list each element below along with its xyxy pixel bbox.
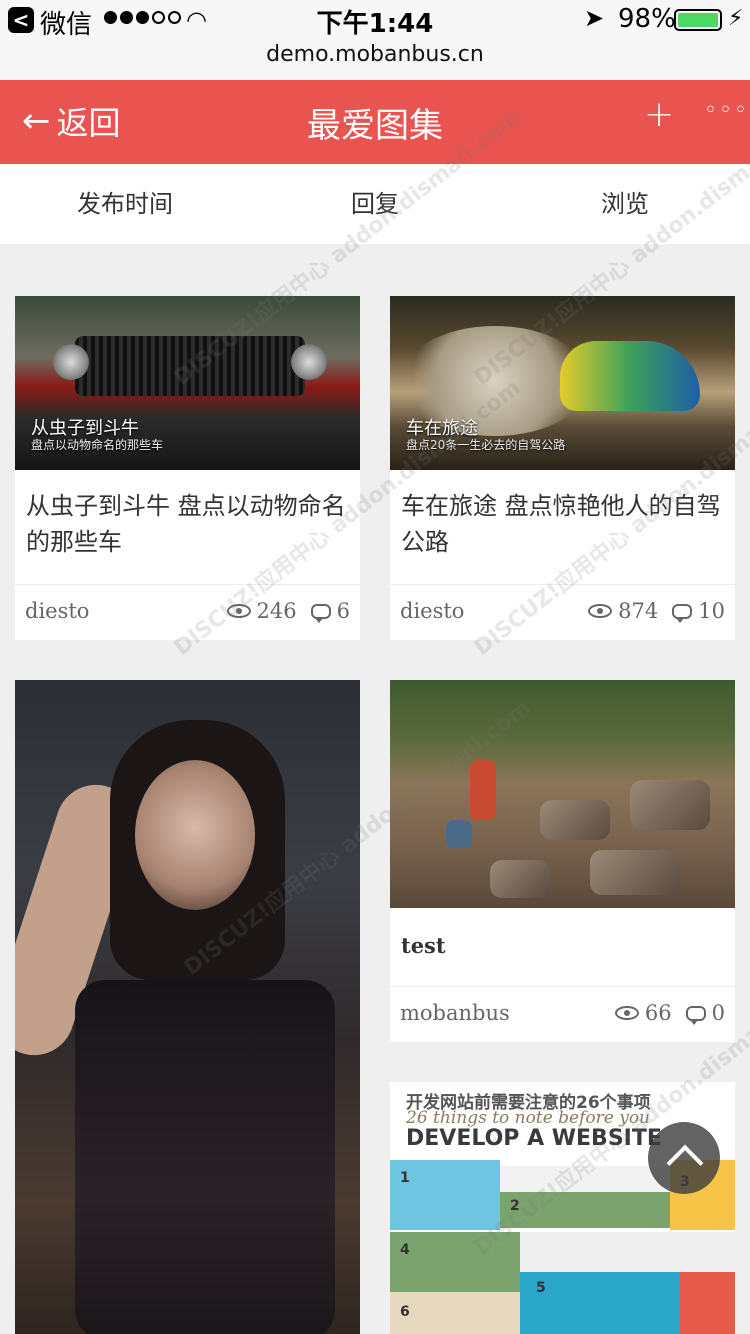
sort-tabs: 发布时间 回复 浏览 (0, 164, 750, 244)
replies-icon (672, 603, 693, 623)
views-icon (614, 1006, 639, 1020)
tab-views[interactable]: 浏览 (500, 164, 750, 244)
battery-percent: 98% (618, 4, 676, 34)
card-image[interactable]: 开发网站前需要注意的26个事项 26 things to note before… (390, 1082, 735, 1334)
gallery-card[interactable] (15, 680, 360, 1334)
tab-publish-time[interactable]: 发布时间 (0, 164, 250, 244)
add-button[interactable]: + (644, 94, 674, 135)
author-name[interactable]: diesto (25, 599, 89, 623)
replies-icon (310, 603, 331, 623)
views-count: 246 (256, 599, 297, 623)
card-title[interactable]: 从虫子到斗牛 盘点以动物命名的那些车 (15, 470, 360, 560)
location-icon: ➤ (584, 4, 605, 32)
views-count: 66 (644, 1001, 672, 1025)
charging-icon: ⚡ (728, 6, 744, 31)
image-subcaption: 26 things to note before you (406, 1108, 651, 1128)
card-title[interactable]: 车在旅途 盘点惊艳他人的自驾公路 (390, 470, 735, 560)
card-meta: diesto 874 10 (390, 584, 735, 640)
page-title: 最爱图集 (307, 106, 443, 146)
replies-icon (685, 1005, 706, 1025)
replies-count: 0 (711, 1001, 725, 1025)
url-bar[interactable]: demo.mobanbus.cn (0, 40, 750, 80)
author-name[interactable]: mobanbus (400, 1001, 510, 1025)
more-button[interactable]: ◦◦◦ (704, 98, 749, 123)
views-icon (588, 604, 613, 618)
views-icon (226, 604, 251, 618)
back-to-top-button[interactable] (648, 1122, 720, 1194)
gallery-card[interactable]: 车在旅途 盘点20条一生必去的自驾公路 车在旅途 盘点惊艳他人的自驾公路 die… (390, 296, 735, 640)
replies-count: 6 (336, 599, 350, 623)
tab-replies[interactable]: 回复 (250, 164, 500, 244)
gallery-card[interactable]: test mobanbus 66 0 (390, 680, 735, 1042)
image-subcaption: 盘点以动物命名的那些车 (31, 438, 164, 452)
status-bar: < 微信 ◠ 下午1:44 ➤ 98% ⚡ (0, 0, 750, 40)
card-meta: mobanbus 66 0 (390, 986, 735, 1042)
image-subcaption: 盘点20条一生必去的自驾公路 (406, 438, 566, 452)
card-image[interactable]: 车在旅途 盘点20条一生必去的自驾公路 (390, 296, 735, 470)
card-image[interactable] (15, 680, 360, 1334)
image-heading: DEVELOP A WEBSITE (406, 1126, 662, 1151)
app-header: ← 返回 最爱图集 + ◦◦◦ (0, 80, 750, 164)
gallery-card[interactable]: 开发网站前需要注意的26个事项 26 things to note before… (390, 1082, 735, 1334)
views-count: 874 (618, 599, 659, 623)
card-meta: diesto 246 6 (15, 584, 360, 640)
battery-icon (674, 9, 722, 31)
gallery-card[interactable]: 从虫子到斗牛 盘点以动物命名的那些车 从虫子到斗牛 盘点以动物命名的那些车 di… (15, 296, 360, 640)
card-image[interactable] (390, 680, 735, 908)
card-title[interactable]: test (390, 908, 735, 964)
card-image[interactable]: 从虫子到斗牛 盘点以动物命名的那些车 (15, 296, 360, 470)
replies-count: 10 (698, 599, 725, 623)
author-name[interactable]: diesto (400, 599, 464, 623)
